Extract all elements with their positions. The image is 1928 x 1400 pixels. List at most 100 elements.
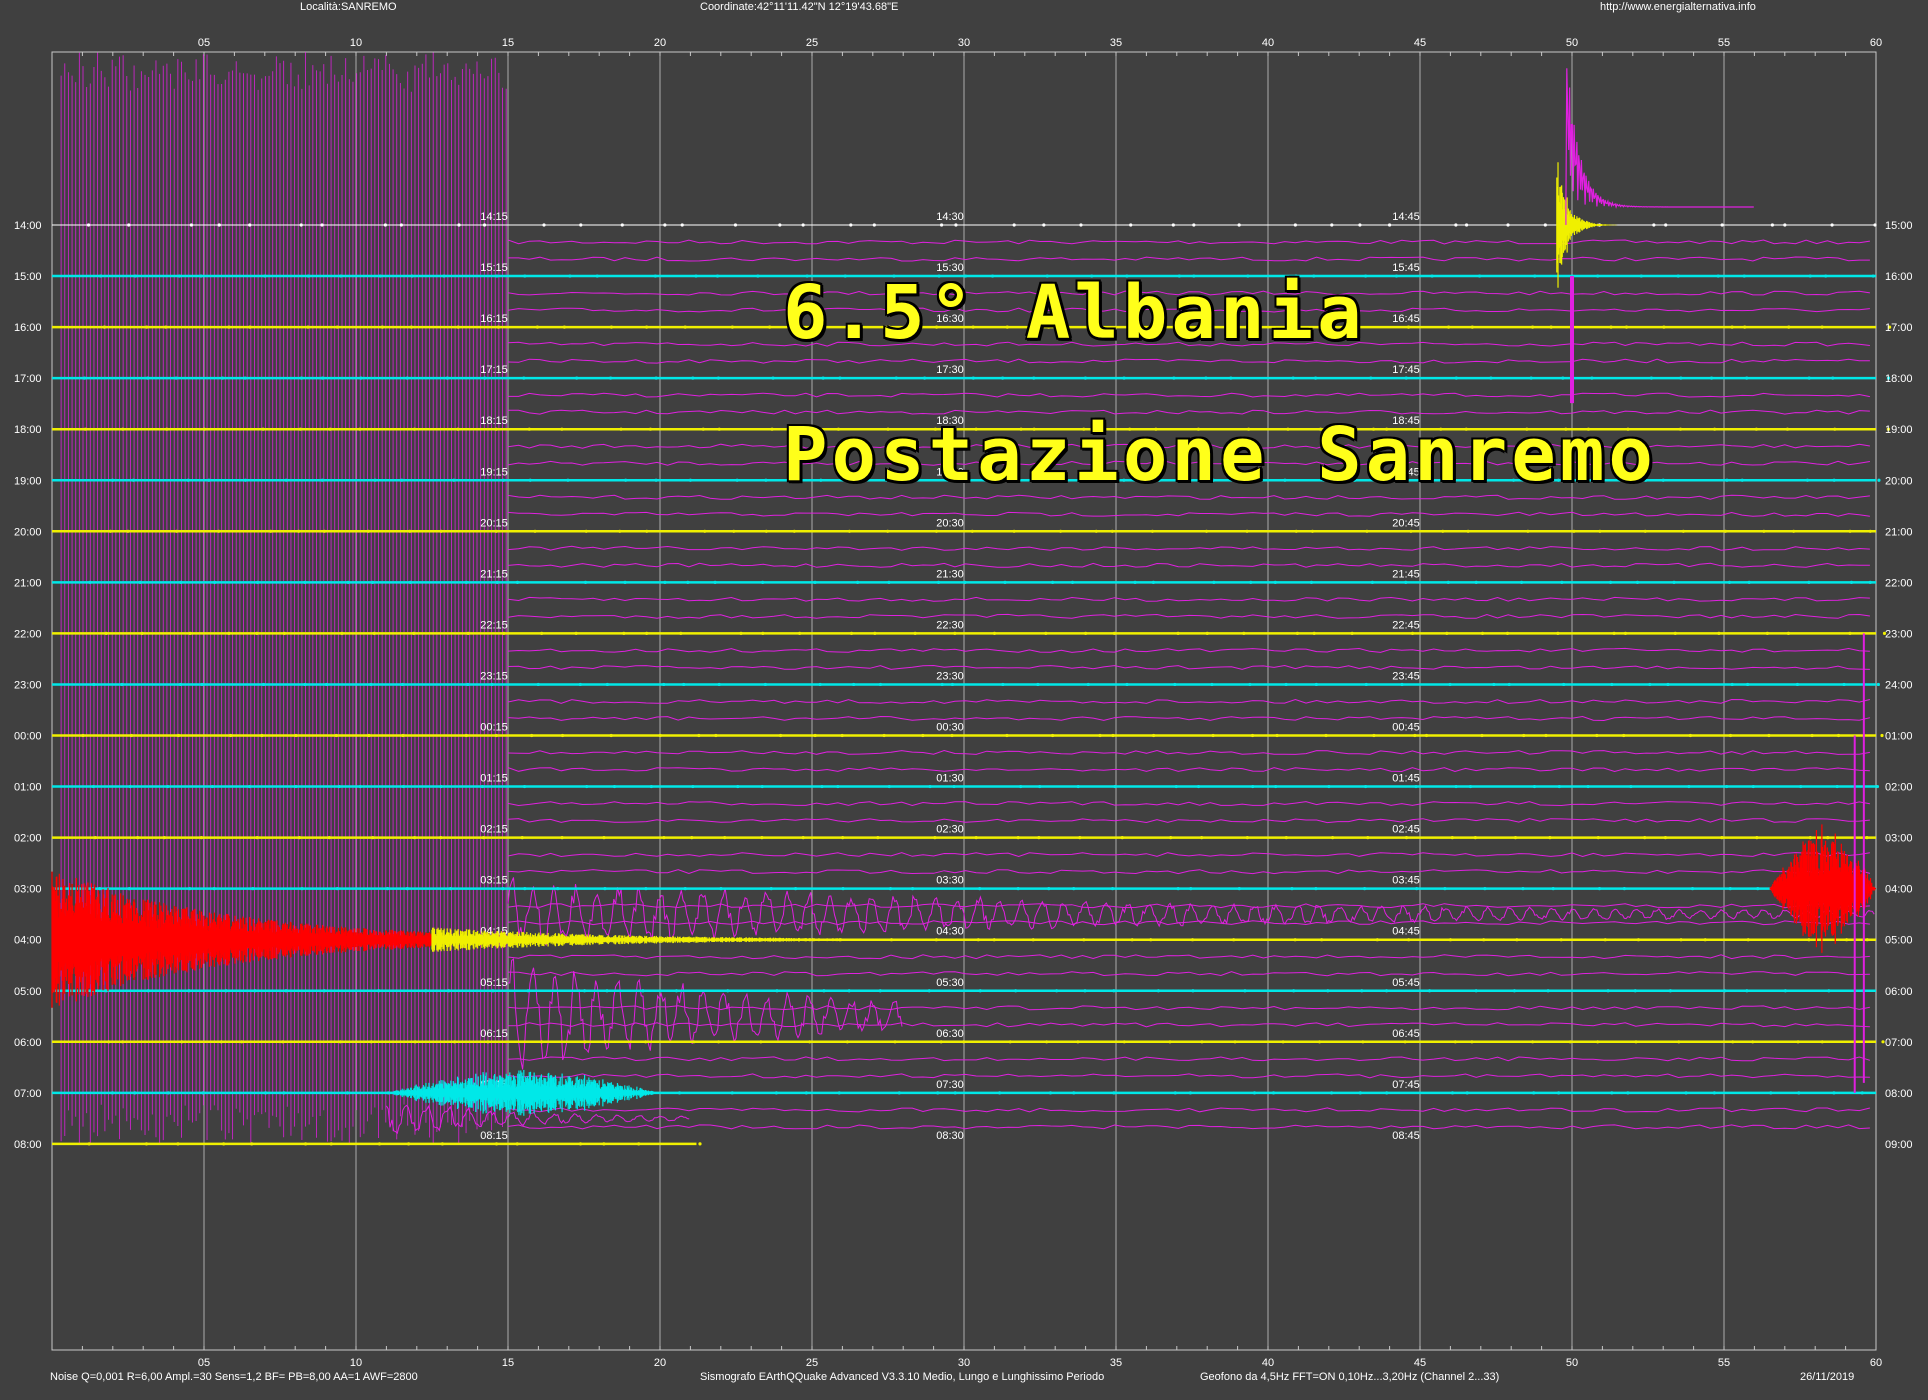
quarter-hour-label: 01:15 (480, 773, 508, 785)
trace-marker (1730, 682, 1734, 687)
trace-marker (260, 733, 264, 738)
trace-marker (449, 887, 453, 891)
trace-marker (756, 274, 760, 278)
trace-marker (400, 682, 405, 687)
quarter-hour-label: 05:15 (480, 977, 508, 989)
trace-marker (1871, 274, 1875, 278)
trace-marker (1860, 1091, 1864, 1095)
trace-marker (179, 580, 183, 584)
trace-marker (933, 836, 937, 840)
quarter-hour-label: 00:15 (480, 722, 508, 734)
overlay-title-station: Postazione Sanremo (783, 412, 1657, 498)
trace-marker (1876, 682, 1880, 687)
trace-marker (1678, 427, 1683, 431)
trace-marker (1271, 1091, 1276, 1095)
trace-marker (1661, 478, 1665, 482)
trace-marker (528, 478, 532, 482)
trace-marker (162, 836, 166, 840)
trace-marker (1174, 784, 1178, 789)
hour-label-right: 20:00 (1885, 475, 1913, 487)
trace-marker (1756, 887, 1760, 891)
trace-marker (1622, 733, 1626, 738)
trace-marker (887, 580, 891, 584)
trace-marker (127, 223, 131, 227)
trace-marker (1274, 784, 1278, 789)
trace-marker (733, 223, 738, 227)
x-tick-label-top: 50 (1566, 37, 1578, 49)
trace-marker (1446, 325, 1451, 329)
trace-marker (300, 887, 304, 891)
trace-marker (456, 325, 460, 329)
quarter-hour-label: 14:45 (1392, 211, 1420, 223)
trace-marker (1290, 887, 1294, 891)
hour-label-left: 19:00 (14, 475, 42, 487)
trace-marker (1556, 1091, 1561, 1095)
quarter-hour-label: 05:30 (936, 977, 964, 989)
trace-marker (1792, 529, 1796, 533)
trace-marker (1639, 274, 1643, 278)
trace-marker (1529, 376, 1533, 380)
trace-marker (1369, 376, 1373, 380)
trace-marker (1740, 478, 1744, 482)
trace-marker (189, 223, 193, 227)
trace-marker (679, 631, 683, 636)
trace-marker (219, 1040, 223, 1044)
trace-marker (763, 682, 767, 687)
trace-marker (1477, 274, 1482, 278)
quarter-hour-label: 21:45 (1392, 568, 1420, 580)
trace-marker (1384, 989, 1389, 993)
trace-marker (1783, 223, 1787, 227)
trace-marker (1448, 938, 1453, 942)
trace-marker (1690, 887, 1695, 891)
trace-marker (1370, 580, 1374, 584)
trace-marker (481, 836, 486, 840)
trace-marker (1845, 938, 1849, 942)
trace-marker (674, 989, 679, 993)
trace-marker (1786, 631, 1791, 636)
trace-marker (378, 274, 382, 278)
trace-marker (1480, 733, 1484, 738)
trace-marker (1210, 682, 1214, 687)
trace-marker (482, 223, 487, 227)
trace-marker (1252, 1091, 1257, 1095)
trace-marker (612, 784, 617, 789)
trace-marker (527, 427, 531, 431)
trace-marker (128, 784, 132, 789)
trace-marker (87, 1142, 91, 1146)
noise-trace (507, 818, 1870, 824)
x-tick-label-bottom: 25 (806, 1357, 818, 1369)
trace-marker (897, 1091, 901, 1095)
trace-marker (1532, 1091, 1536, 1095)
trace-marker (144, 1142, 149, 1146)
trace-marker (412, 427, 417, 431)
trace-marker (1076, 1040, 1080, 1044)
trace-marker (93, 836, 97, 840)
trace-marker (1849, 580, 1854, 584)
trace-marker (1415, 887, 1419, 891)
x-tick-label-bottom: 45 (1414, 1357, 1426, 1369)
trace-marker (1848, 631, 1852, 636)
trace-marker (769, 887, 773, 891)
trace-marker (714, 733, 718, 738)
trace-marker (1404, 836, 1409, 840)
trace-marker (876, 836, 880, 840)
trace-marker (663, 223, 667, 227)
trace-marker (1441, 529, 1445, 533)
trace-marker (585, 784, 589, 789)
trace-marker (1314, 682, 1318, 687)
trace-marker (346, 580, 350, 584)
trace-marker (494, 427, 498, 431)
trace-marker (1751, 784, 1755, 789)
trace-marker (369, 1040, 373, 1044)
hour-label-left: 14:00 (14, 220, 42, 232)
trace-marker (1156, 989, 1160, 993)
trace-marker (936, 580, 941, 584)
trace-marker (963, 580, 967, 584)
hour-label-left: 22:00 (14, 628, 42, 640)
trace-marker (1796, 1040, 1800, 1044)
trace-marker (1112, 989, 1116, 993)
trace-marker (1754, 427, 1759, 431)
trace-marker (530, 733, 534, 738)
trace-marker (1019, 784, 1023, 789)
hour-label-left: 01:00 (14, 782, 42, 794)
